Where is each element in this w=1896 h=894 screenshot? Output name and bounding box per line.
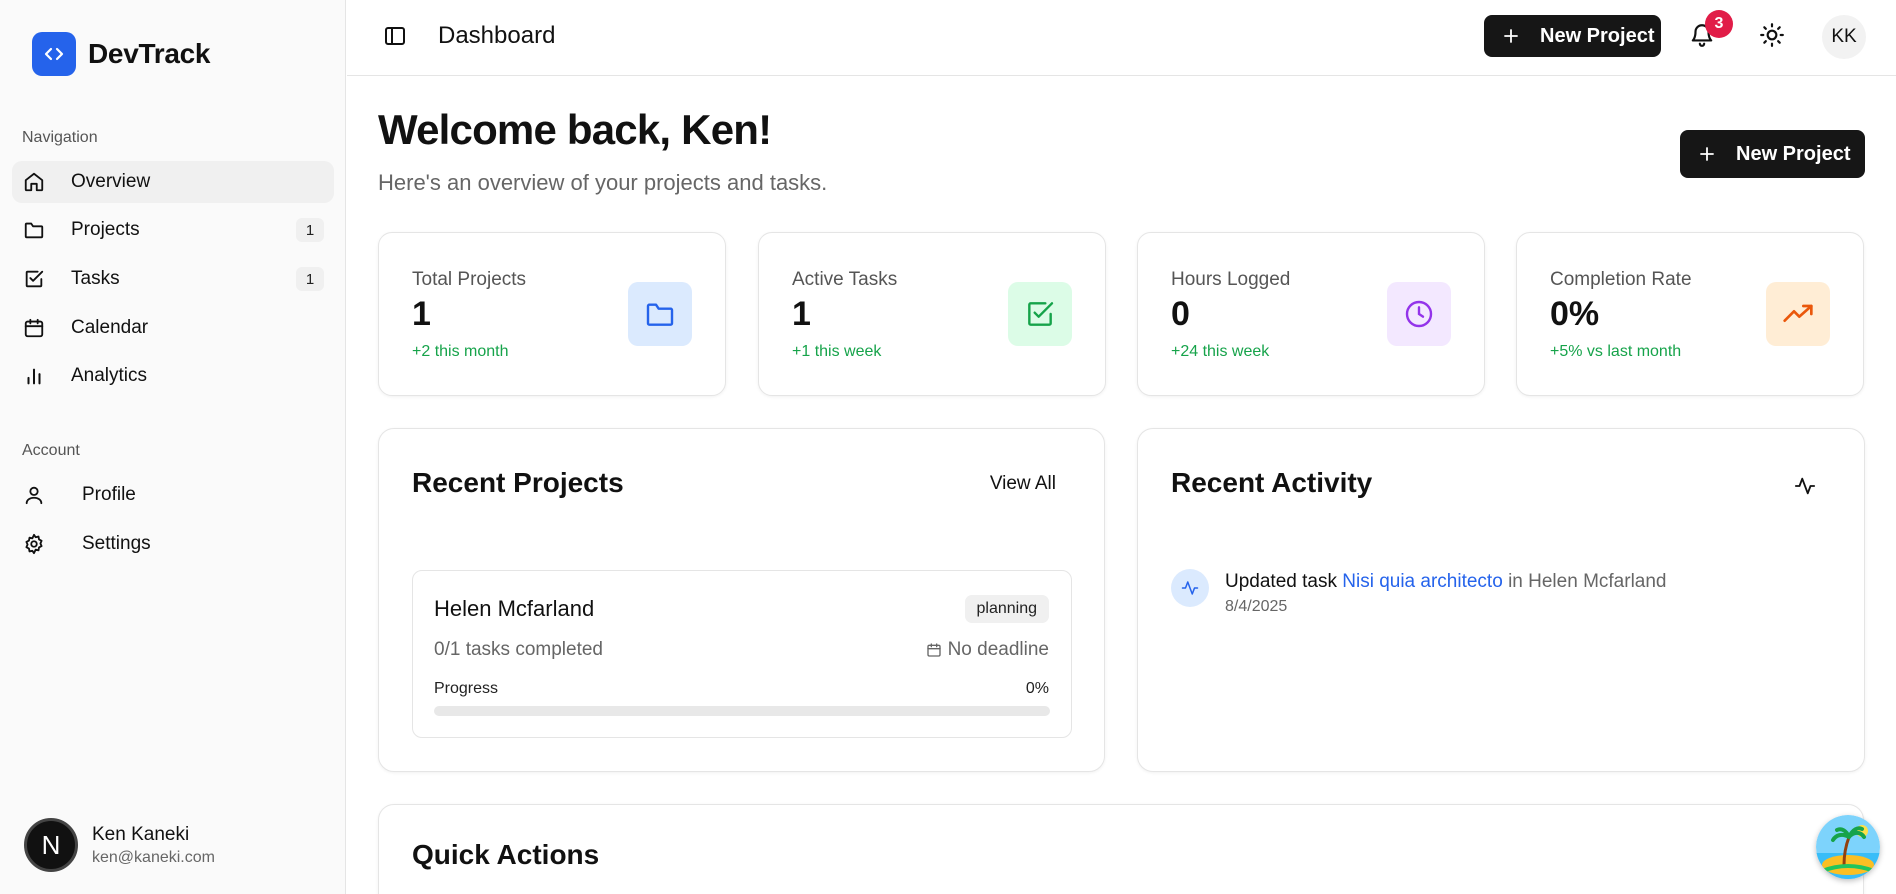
header-avatar[interactable]: KK [1822, 15, 1866, 59]
activity-prefix: Updated task [1225, 571, 1337, 592]
status-badge: planning [964, 595, 1049, 623]
nav-section-label: Navigation [22, 129, 98, 146]
activity-item: Updated task Nisi quia architecto in Hel… [1225, 571, 1666, 593]
count-badge: 1 [296, 267, 324, 291]
sidebar-item-projects[interactable]: Projects 1 [12, 209, 334, 251]
sidebar-item-label: Calendar [71, 317, 149, 338]
activity-task-link[interactable]: Nisi quia architecto [1342, 571, 1503, 592]
stat-value: 1 [412, 295, 431, 333]
stat-card-hours-logged: Hours Logged 0 +24 this week [1137, 232, 1485, 396]
sidebar-item-calendar[interactable]: Calendar [12, 307, 334, 349]
gear-icon [22, 532, 46, 556]
stat-change: +5% vs last month [1550, 343, 1682, 360]
calendar-icon [22, 316, 46, 340]
progress-percent: 0% [1025, 680, 1049, 697]
panel-title: Recent Activity [1171, 467, 1373, 498]
activity-in: in [1508, 571, 1523, 592]
stat-change: +2 this month [412, 343, 509, 360]
sidebar-item-label: Settings [82, 533, 151, 554]
calendar-icon [926, 642, 942, 658]
sidebar-item-label: Tasks [71, 268, 120, 289]
recent-projects-panel: Recent Projects View All Helen Mcfarland… [378, 428, 1105, 772]
panel-title: Recent Projects [412, 467, 624, 498]
user-icon [22, 483, 46, 507]
sidebar-item-label: Analytics [71, 365, 148, 386]
sun-icon[interactable] [1759, 22, 1787, 50]
check-square-icon [22, 267, 46, 291]
sidebar-item-tasks[interactable]: Tasks 1 [12, 258, 334, 300]
activity-date: 8/4/2025 [1225, 598, 1288, 615]
project-card[interactable]: Helen Mcfarland planning 0/1 tasks compl… [412, 570, 1072, 738]
recent-activity-panel: Recent Activity Updated task Nisi quia a… [1137, 428, 1865, 772]
stat-label: Active Tasks [792, 269, 898, 290]
deadline-text: No deadline [947, 639, 1049, 660]
tasks-completed: 0/1 tasks completed [434, 639, 603, 660]
progress-bar [434, 706, 1050, 716]
sidebar-item-overview[interactable]: Overview [12, 161, 334, 203]
sidebar-item-analytics[interactable]: Analytics [12, 355, 334, 397]
check-square-icon [1008, 282, 1072, 346]
plus-icon [1698, 145, 1716, 163]
plus-icon [1502, 27, 1520, 45]
sidebar-toggle-icon[interactable] [383, 24, 409, 50]
activity-pulse-icon[interactable] [1794, 475, 1818, 499]
stat-label: Hours Logged [1171, 269, 1291, 290]
avatar: N [24, 818, 78, 872]
button-label: New Project [1540, 24, 1655, 47]
activity-project: Helen Mcfarland [1528, 571, 1667, 592]
clock-icon [1387, 282, 1451, 346]
stat-label: Total Projects [412, 269, 527, 290]
activity-pulse-icon [1171, 569, 1209, 607]
sidebar-item-label: Profile [82, 484, 136, 505]
button-label: New Project [1736, 142, 1851, 165]
user-name: Ken Kaneki [92, 823, 190, 845]
account-section-label: Account [22, 442, 80, 459]
brand[interactable]: DevTrack [32, 32, 210, 76]
bar-chart-icon [22, 364, 46, 388]
new-project-button[interactable]: New Project [1680, 130, 1865, 178]
stat-card-total-projects: Total Projects 1 +2 this month [378, 232, 726, 396]
project-name: Helen Mcfarland [434, 596, 595, 621]
welcome-heading: Welcome back, Ken! [378, 106, 772, 153]
user-email: ken@kaneki.com [92, 848, 215, 866]
stat-label: Completion Rate [1550, 269, 1692, 290]
panel-title: Quick Actions [412, 839, 600, 870]
project-deadline: No deadline [926, 639, 1049, 661]
stat-card-active-tasks: Active Tasks 1 +1 this week [758, 232, 1106, 396]
sidebar-item-label: Projects [71, 219, 140, 240]
progress-label: Progress [434, 680, 499, 697]
brand-name: DevTrack [88, 38, 211, 69]
stat-card-completion-rate: Completion Rate 0% +5% vs last month [1516, 232, 1864, 396]
folder-icon [628, 282, 692, 346]
assistant-beach-icon[interactable] [1816, 815, 1880, 879]
sidebar-item-settings[interactable]: Settings [12, 523, 334, 565]
stat-change: +24 this week [1171, 343, 1270, 360]
top-header: Dashboard New Project 3 KK [347, 0, 1896, 76]
trending-up-icon [1766, 282, 1830, 346]
count-badge: 1 [296, 218, 324, 242]
stat-value: 1 [792, 295, 811, 333]
quick-actions-panel: Quick Actions [378, 804, 1864, 894]
sidebar-item-label: Overview [71, 171, 151, 192]
code-brackets-icon [32, 32, 76, 76]
home-icon [22, 170, 46, 194]
stat-value: 0% [1550, 295, 1600, 333]
page-title: Dashboard [438, 22, 556, 49]
stat-value: 0 [1171, 295, 1190, 333]
view-all-button[interactable]: View All [990, 473, 1056, 495]
sidebar-item-profile[interactable]: Profile [12, 474, 334, 516]
welcome-subtitle: Here's an overview of your projects and … [378, 170, 828, 195]
user-profile[interactable]: N Ken Kaneki ken@kaneki.com [24, 818, 215, 872]
header-new-project-button[interactable]: New Project [1484, 15, 1661, 57]
notification-badge: 3 [1705, 10, 1733, 38]
folder-icon [22, 218, 46, 242]
stat-change: +1 this week [792, 343, 882, 360]
sidebar: DevTrack Navigation Overview Projects 1 … [0, 0, 346, 894]
